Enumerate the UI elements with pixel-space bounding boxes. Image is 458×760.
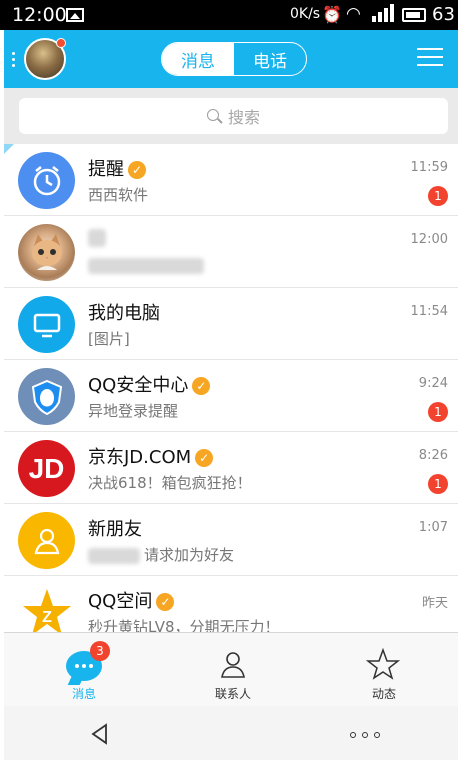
system-navigation-bar	[4, 706, 458, 760]
status-bar: 12:00 0K/s ⏰ ◠ 63	[0, 0, 458, 30]
conversation-time: 8:26	[418, 448, 448, 463]
search-area: 搜索	[4, 88, 458, 144]
search-icon	[206, 108, 222, 124]
conversation-time: 11:59	[410, 160, 448, 175]
nav-label: 联系人	[214, 687, 251, 701]
conversation-name: 提醒 ✓	[88, 155, 146, 181]
wifi-icon: ◠	[346, 4, 361, 24]
conversation-preview	[88, 256, 204, 274]
conversation-name	[88, 227, 106, 248]
tab-messages[interactable]: 消息	[162, 43, 234, 75]
status-time: 12:00	[12, 4, 67, 26]
person-icon	[18, 512, 75, 569]
verified-badge-icon: ✓	[156, 593, 175, 611]
messages-badge: 3	[90, 641, 110, 661]
alarm-icon: ⏰	[322, 5, 342, 24]
contacts-icon	[221, 652, 245, 678]
verified-badge-icon: ✓	[195, 449, 214, 467]
list-item[interactable]: 提醒 ✓ 西西软件 11:59 1	[4, 144, 458, 216]
drawer-indicator-icon[interactable]	[12, 52, 16, 70]
unread-badge: 1	[428, 402, 448, 422]
verified-badge-icon: ✓	[192, 377, 211, 395]
conversation-time: 11:54	[410, 304, 448, 319]
avatar[interactable]	[24, 38, 66, 80]
conversation-preview: [图片]	[88, 330, 130, 348]
nav-feeds[interactable]: 动态	[348, 639, 420, 703]
unread-badge: 1	[428, 474, 448, 494]
computer-icon	[18, 296, 75, 353]
more-icon[interactable]	[350, 732, 380, 740]
conversation-time: 12:00	[410, 232, 448, 247]
conversation-name: 京东JD.COM ✓	[88, 443, 214, 469]
kitten-photo	[18, 224, 75, 281]
network-speed: 0K/s	[290, 6, 321, 22]
search-input[interactable]: 搜索	[19, 98, 448, 134]
list-item[interactable]: 我的电脑 [图片] 11:54	[4, 288, 458, 360]
tab-calls[interactable]: 电话	[234, 43, 306, 75]
conversation-name: 我的电脑	[88, 303, 160, 324]
image-notification-icon	[66, 8, 84, 22]
menu-icon[interactable]	[417, 48, 443, 68]
svg-text:Z: Z	[42, 609, 52, 626]
nav-contacts[interactable]: 联系人	[197, 639, 269, 703]
verified-badge-icon: ✓	[128, 161, 146, 179]
search-placeholder: 搜索	[227, 108, 260, 127]
nav-label: 动态	[371, 687, 396, 701]
app-header: 消息 电话	[4, 30, 458, 88]
conversation-time: 1:07	[418, 520, 448, 535]
battery-level: 63	[432, 4, 455, 25]
nav-messages[interactable]: 3 消息	[48, 639, 120, 703]
star-outline-icon	[366, 647, 400, 680]
conversation-name: 新朋友	[88, 519, 142, 540]
battery-icon	[402, 8, 426, 22]
new-notification-dot	[56, 38, 66, 48]
jd-logo: JD	[18, 440, 75, 497]
conversation-preview: 异地登录提醒	[88, 402, 179, 420]
conversation-preview: 西西软件	[88, 186, 149, 204]
bottom-navigation: 3 消息 联系人 动态	[4, 632, 458, 706]
list-item[interactable]: QQ安全中心 ✓ 异地登录提醒 9:24 1	[4, 360, 458, 432]
list-item[interactable]: 新朋友 请求加为好友 1:07	[4, 504, 458, 576]
conversation-preview: 秒升黄钻LV8，分期无压力！	[88, 618, 280, 632]
nav-label: 消息	[71, 687, 96, 701]
list-item[interactable]: 12:00	[4, 216, 458, 288]
unread-badge: 1	[428, 186, 448, 206]
star-icon: Z	[18, 584, 75, 632]
list-item[interactable]: JD 京东JD.COM ✓ 决战618！箱包疯狂抢！ 8:26 1	[4, 432, 458, 504]
conversation-preview: 请求加为好友	[88, 544, 234, 565]
conversation-name: QQ安全中心 ✓	[88, 371, 211, 397]
signal-icon	[372, 4, 396, 24]
list-item[interactable]: Z QQ空间 ✓ 秒升黄钻LV8，分期无压力！ 昨天	[4, 576, 458, 632]
conversation-time: 昨天	[421, 596, 448, 611]
alarm-clock-icon	[18, 152, 75, 209]
header-tabs: 消息 电话	[161, 42, 307, 76]
conversation-list: 提醒 ✓ 西西软件 11:59 1 12:00 我的电脑 [图片] 11:54 Q…	[4, 144, 458, 632]
conversation-time: 9:24	[418, 376, 448, 391]
shield-icon	[18, 368, 75, 425]
conversation-name: QQ空间 ✓	[88, 587, 175, 613]
back-icon[interactable]	[88, 722, 112, 746]
conversation-preview: 决战618！箱包疯狂抢！	[88, 474, 252, 492]
